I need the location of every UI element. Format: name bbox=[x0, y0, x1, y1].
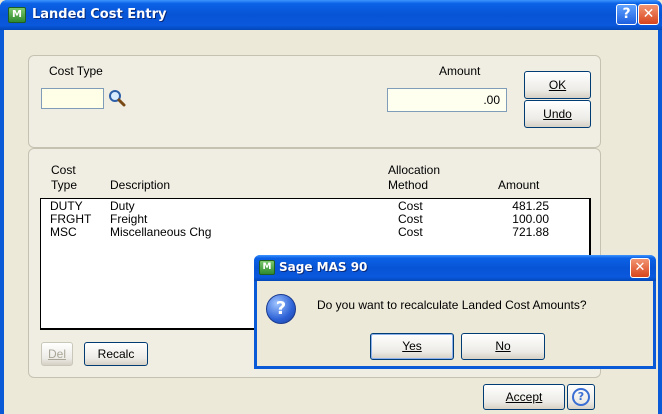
app-icon: M bbox=[8, 7, 26, 23]
header-allocation-line1: Allocation bbox=[388, 163, 441, 177]
table-row[interactable]: FRGHT Freight Cost 100.00 bbox=[41, 212, 589, 226]
row-amount: 481.25 bbox=[512, 199, 549, 213]
amount-label: Amount bbox=[439, 64, 481, 78]
no-button-label: No bbox=[495, 339, 511, 353]
undo-button[interactable]: Undo bbox=[524, 100, 591, 128]
no-button[interactable]: No bbox=[461, 333, 545, 360]
header-method-line2: Method bbox=[388, 178, 429, 192]
row-description: Miscellaneous Chg bbox=[110, 225, 212, 239]
confirm-dialog: M Sage MAS 90 ✕ ? Do you want to recalcu… bbox=[254, 255, 656, 369]
row-method: Cost bbox=[398, 212, 423, 226]
header-cost-line1: Cost bbox=[51, 163, 76, 177]
yes-button-label: Yes bbox=[402, 339, 422, 353]
row-method: Cost bbox=[398, 225, 423, 239]
ok-button[interactable]: OK bbox=[524, 71, 591, 99]
dialog-app-icon: M bbox=[259, 260, 275, 275]
question-icon: ? bbox=[266, 294, 296, 324]
accept-button-label: Accept bbox=[505, 390, 543, 404]
help-circle-icon: ? bbox=[572, 388, 590, 406]
yes-button[interactable]: Yes bbox=[370, 333, 454, 360]
row-cost-type: DUTY bbox=[50, 199, 83, 213]
undo-button-label: Undo bbox=[543, 107, 572, 121]
row-amount: 100.00 bbox=[512, 212, 549, 226]
row-method: Cost bbox=[398, 199, 423, 213]
dialog-title: Sage MAS 90 bbox=[279, 260, 368, 274]
recalc-button[interactable]: Recalc bbox=[84, 342, 148, 366]
search-icon[interactable] bbox=[107, 88, 127, 108]
cost-type-label: Cost Type bbox=[49, 64, 103, 78]
window-title: Landed Cost Entry bbox=[32, 7, 167, 22]
table-row[interactable]: DUTY Duty Cost 481.25 bbox=[41, 199, 589, 213]
help-button[interactable]: ? bbox=[567, 384, 595, 410]
del-button[interactable]: Del bbox=[41, 342, 73, 366]
amount-input[interactable]: .00 bbox=[387, 88, 507, 112]
dialog-message: Do you want to recalculate Landed Cost A… bbox=[317, 298, 587, 312]
recalc-button-label: Recalc bbox=[97, 347, 135, 361]
header-type-line2: Type bbox=[51, 178, 78, 192]
row-cost-type: FRGHT bbox=[50, 212, 92, 226]
title-bar[interactable]: M Landed Cost Entry ? ✕ bbox=[0, 0, 662, 30]
del-button-label: Del bbox=[47, 347, 66, 361]
row-description: Freight bbox=[110, 212, 148, 226]
dialog-title-bar[interactable]: M Sage MAS 90 ✕ bbox=[254, 255, 656, 281]
close-icon[interactable]: ✕ bbox=[638, 4, 659, 25]
row-cost-type: MSC bbox=[50, 225, 77, 239]
ok-button-label: OK bbox=[548, 78, 567, 92]
accept-button[interactable]: Accept bbox=[483, 384, 565, 410]
header-description: Description bbox=[110, 178, 171, 192]
help-icon[interactable]: ? bbox=[616, 4, 637, 25]
row-amount: 721.88 bbox=[512, 225, 549, 239]
dialog-close-icon[interactable]: ✕ bbox=[630, 258, 650, 278]
header-amount: Amount bbox=[498, 178, 540, 192]
cost-type-input[interactable] bbox=[41, 88, 104, 109]
row-description: Duty bbox=[110, 199, 135, 213]
dialog-body: ? Do you want to recalculate Landed Cost… bbox=[257, 281, 653, 366]
table-row[interactable]: MSC Miscellaneous Chg Cost 721.88 bbox=[41, 225, 589, 239]
